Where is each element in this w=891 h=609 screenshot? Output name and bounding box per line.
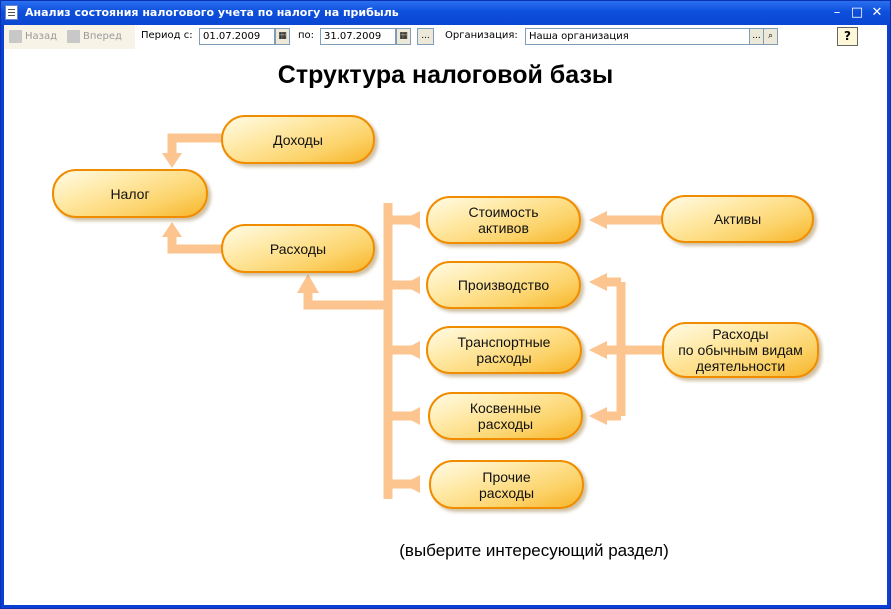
node-expenses[interactable]: Расходы [221,224,375,273]
node-asset-cost[interactable]: Стоимость активов [426,196,581,244]
arrowhead [297,274,319,293]
node-other[interactable]: Прочие расходы [429,460,584,509]
node-tax[interactable]: Налог [52,169,208,218]
connector-expenses-tax [167,237,223,254]
selection-hint: (выберите интересующий раздел) [399,541,669,560]
window-title: Анализ состояния налогового учета по нал… [25,6,399,19]
maximize-button[interactable]: □ [849,5,865,21]
arrowhead [403,341,420,359]
arrowhead [589,273,607,291]
node-transport[interactable]: Транспортные расходы [426,326,582,374]
arrowhead [403,276,420,294]
connector-income-tax [167,133,223,153]
close-button[interactable]: ✕ [869,5,885,21]
arrowhead [162,222,182,237]
arrowhead [162,153,182,168]
arrowhead [589,341,607,359]
node-income[interactable]: Доходы [221,115,375,164]
arrowhead [403,211,420,229]
node-indirect[interactable]: Косвенные расходы [428,392,583,440]
node-assets[interactable]: Активы [661,195,814,243]
node-production[interactable]: Производство [426,261,581,309]
minimize-button[interactable]: – [829,5,845,21]
node-ordinary-activities[interactable]: Расходы по обычным видам деятельности [662,322,819,378]
arrowhead [403,407,420,425]
app-window: Анализ состояния налогового учета по нал… [0,0,891,609]
connector-bus-expenses [303,293,388,310]
arrowhead [589,407,607,425]
window-content: Назад Вперед Период с: 01.07.2009 ▦ по: … [4,25,887,605]
title-bar[interactable]: Анализ состояния налогового учета по нал… [1,1,890,25]
connector-layer [162,133,662,499]
document-icon [5,5,18,20]
arrowhead [403,475,420,493]
arrowhead [589,211,607,229]
